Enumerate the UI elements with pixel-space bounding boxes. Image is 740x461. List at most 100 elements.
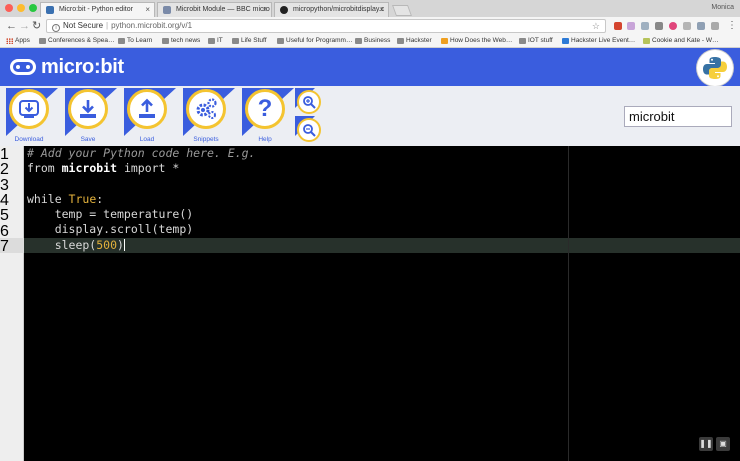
tab-close-icon[interactable]: × xyxy=(379,5,384,14)
line-number: 7 xyxy=(0,237,9,255)
code-line[interactable]: from microbit import * xyxy=(27,161,255,176)
download-button[interactable]: Download xyxy=(6,88,58,144)
browser-toolbar: ← → ↻ i Not Secure | python.microbit.org/v/… xyxy=(0,17,740,35)
help-label: Help xyxy=(258,136,272,143)
info-icon[interactable]: i xyxy=(52,24,60,32)
code-token: from xyxy=(27,161,62,176)
tab-close-icon[interactable]: × xyxy=(262,5,267,14)
load-label: Load xyxy=(139,136,155,143)
code-line[interactable]: temp = temperature() xyxy=(27,207,255,222)
reload-icon[interactable]: ↻ xyxy=(32,19,41,33)
python-logo-icon xyxy=(697,50,733,86)
code-token: sleep( xyxy=(27,237,97,252)
bookmark-item[interactable]: To Learn xyxy=(118,37,152,44)
extension-icon[interactable] xyxy=(711,22,719,30)
code-line[interactable]: sleep(500) xyxy=(27,238,255,253)
extension-icon[interactable] xyxy=(669,22,677,30)
tab-close-icon[interactable]: × xyxy=(145,5,150,14)
download-icon xyxy=(9,89,49,129)
bookmark-item[interactable]: IOT stuff xyxy=(519,37,553,44)
browser-tab-active[interactable]: Micro:bit - Python editor × xyxy=(40,2,155,17)
code-token: while xyxy=(27,191,69,206)
address-url: python.microbit.org/v/1 xyxy=(111,21,193,30)
code-token: True xyxy=(68,191,97,206)
extension-icon[interactable] xyxy=(655,22,663,30)
code-token: microbit xyxy=(61,161,118,176)
zoom-in-button[interactable] xyxy=(297,90,321,114)
new-tab-button[interactable] xyxy=(391,5,413,16)
load-icon xyxy=(127,89,167,129)
snippets-label: Snippets xyxy=(193,136,219,143)
code-token: # Add your Python code here. E.g. xyxy=(27,146,256,160)
folder-icon xyxy=(355,38,362,44)
help-button[interactable]: ? Help xyxy=(242,88,294,144)
text-cursor xyxy=(123,238,125,251)
maximize-window-icon[interactable] xyxy=(29,4,37,12)
folder-icon xyxy=(519,38,526,44)
bookmark-item[interactable]: Cookie and Kate - W… xyxy=(643,37,718,44)
bookmark-item[interactable]: Useful for Programm… xyxy=(277,37,352,44)
bookmark-item[interactable]: How Does the Web… xyxy=(441,37,512,44)
bookmark-item[interactable]: Business xyxy=(355,37,390,44)
forward-arrow-icon[interactable]: → xyxy=(19,19,30,33)
script-name-input[interactable] xyxy=(624,106,732,127)
folder-icon xyxy=(162,38,169,44)
bookmark-item[interactable]: Hackster Live Event… xyxy=(562,37,635,44)
bookmark-label: IT xyxy=(217,37,223,44)
app-header: micro:bit xyxy=(0,48,740,86)
bookmark-label: Useful for Programm… xyxy=(286,37,353,44)
folder-icon xyxy=(397,38,404,44)
bookmark-item[interactable]: Conferences & Spea… xyxy=(39,37,114,44)
bookmark-star-icon[interactable]: ☆ xyxy=(592,20,600,32)
code-token: : xyxy=(96,191,104,206)
extension-icon[interactable] xyxy=(627,22,635,30)
bookmark-item[interactable]: Apps xyxy=(6,37,30,44)
bookmark-label: How Does the Web… xyxy=(450,37,513,44)
save-button[interactable]: Save xyxy=(65,88,117,144)
bookmark-label: Hackster xyxy=(406,37,432,44)
extension-icon[interactable] xyxy=(697,22,705,30)
security-label: Not Secure xyxy=(63,21,104,30)
browser-menu-icon[interactable]: ⋮ xyxy=(727,19,737,33)
pause-button[interactable]: ❚❚ xyxy=(699,437,713,451)
line-number: 1 xyxy=(0,146,9,163)
extension-icon[interactable] xyxy=(683,22,691,30)
load-button[interactable]: Load xyxy=(124,88,176,144)
extension-icon[interactable] xyxy=(641,22,649,30)
browser-tab[interactable]: micropython/microbitdisplay.c × xyxy=(274,2,389,17)
browser-tab[interactable]: Microbit Module — BBC micro × xyxy=(157,2,272,17)
tab-title: micropython/microbitdisplay.c xyxy=(293,6,385,13)
bookmarks-bar: Apps Conferences & Spea… To Learn tech n… xyxy=(0,35,740,48)
bookmark-item[interactable]: tech news xyxy=(162,37,200,44)
code-editor[interactable]: 1234567 # Add your Python code here. E.g… xyxy=(0,146,740,461)
bookmark-item[interactable]: Hackster xyxy=(397,37,432,44)
snippets-icon xyxy=(186,89,226,129)
minimize-window-icon[interactable] xyxy=(17,4,25,12)
address-bar[interactable]: i Not Secure | python.microbit.org/v/1 ☆ xyxy=(46,19,606,33)
zoom-out-button[interactable] xyxy=(297,118,321,142)
code-content[interactable]: # Add your Python code here. E.g. from mi… xyxy=(27,146,255,253)
code-line[interactable] xyxy=(27,177,255,192)
profile-name[interactable]: Monica xyxy=(711,4,734,11)
code-line[interactable]: # Add your Python code here. E.g. xyxy=(27,146,255,161)
zoom-in-icon xyxy=(303,96,316,109)
code-line[interactable]: display.scroll(temp) xyxy=(27,222,255,237)
line-number: 6 xyxy=(0,222,9,240)
bookmark-label: Cookie and Kate - W… xyxy=(652,37,719,44)
bookmark-label: Hackster Live Event… xyxy=(571,37,636,44)
picture-in-picture-button[interactable]: ▣ xyxy=(716,437,730,451)
zoom-out-icon xyxy=(303,124,316,137)
extension-icon[interactable] xyxy=(614,22,622,30)
microbit-logo: micro:bit xyxy=(10,57,124,77)
snippets-button[interactable]: Snippets xyxy=(183,88,235,144)
bookmark-item[interactable]: IT xyxy=(208,37,223,44)
bookmark-favicon-icon xyxy=(441,38,448,44)
folder-icon xyxy=(118,38,125,44)
close-window-icon[interactable] xyxy=(5,4,13,12)
back-arrow-icon[interactable]: ← xyxy=(6,19,17,33)
bookmark-label: Life Stuff xyxy=(241,37,267,44)
bookmark-item[interactable]: Life Stuff xyxy=(232,37,267,44)
tab-title: Micro:bit - Python editor xyxy=(59,6,133,13)
code-line[interactable]: while True: xyxy=(27,192,255,207)
line-number: 3 xyxy=(0,176,9,194)
